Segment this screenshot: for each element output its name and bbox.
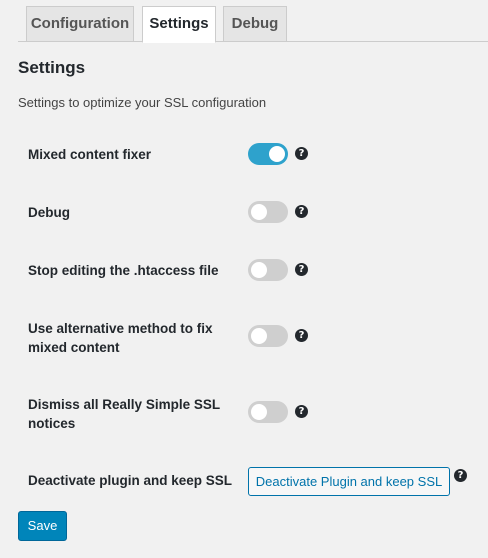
tab-bar-divider bbox=[18, 41, 488, 42]
toggle-alternative-mixed-content[interactable] bbox=[248, 325, 288, 347]
help-icon[interactable]: ? bbox=[454, 469, 467, 482]
toggle-mixed-content-fixer[interactable] bbox=[248, 143, 288, 165]
toggle-knob bbox=[251, 328, 267, 344]
toggle-knob bbox=[251, 262, 267, 278]
help-icon[interactable]: ? bbox=[295, 329, 308, 342]
tab-debug[interactable]: Debug bbox=[223, 6, 287, 41]
toggle-stop-editing-htaccess[interactable] bbox=[248, 259, 288, 281]
deactivate-plugin-button[interactable]: Deactivate Plugin and keep SSL bbox=[248, 467, 450, 496]
help-icon[interactable]: ? bbox=[295, 405, 308, 418]
help-icon[interactable]: ? bbox=[295, 205, 308, 218]
tab-settings[interactable]: Settings bbox=[142, 6, 216, 43]
save-button[interactable]: Save bbox=[18, 511, 67, 541]
page-description: Settings to optimize your SSL configurat… bbox=[18, 95, 267, 110]
setting-label-dismiss-notices: Dismiss all Really Simple SSL notices bbox=[28, 397, 220, 431]
help-icon[interactable]: ? bbox=[295, 147, 308, 160]
setting-label-stop-editing-htaccess: Stop editing the .htaccess file bbox=[28, 263, 219, 278]
setting-label-mixed-content-fixer: Mixed content fixer bbox=[28, 147, 152, 162]
toggle-knob bbox=[251, 204, 267, 220]
toggle-knob bbox=[251, 404, 267, 420]
tab-configuration[interactable]: Configuration bbox=[26, 6, 134, 41]
setting-label-deactivate: Deactivate plugin and keep SSL bbox=[28, 473, 233, 488]
setting-label-alternative-mixed-content: Use alternative method to fix mixed cont… bbox=[28, 321, 213, 355]
toggle-knob bbox=[269, 146, 285, 162]
toggle-debug[interactable] bbox=[248, 201, 288, 223]
toggle-dismiss-notices[interactable] bbox=[248, 401, 288, 423]
help-icon[interactable]: ? bbox=[295, 263, 308, 276]
setting-label-debug: Debug bbox=[28, 205, 70, 220]
page-title: Settings bbox=[18, 58, 86, 77]
tab-bar: Configuration Settings Debug bbox=[0, 0, 488, 43]
